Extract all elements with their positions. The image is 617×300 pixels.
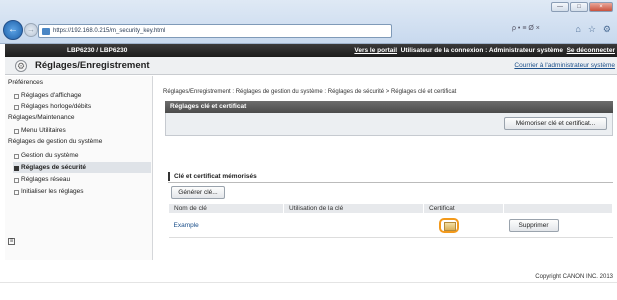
page-title: Réglages/Enregistrement: [35, 60, 150, 71]
key-table: Nom de clé Utilisation de la clé Certifi…: [168, 203, 613, 238]
key-name-link[interactable]: Example: [174, 222, 199, 229]
window-controls: — □ ×: [551, 2, 613, 12]
sidebar-group-system-management: Réglages de gestion du système: [8, 138, 103, 145]
col-certificate: Certificat: [423, 203, 504, 214]
generate-key-button[interactable]: Générer clé...: [171, 186, 225, 199]
sidebar-item-display-settings[interactable]: Réglages d'affichage: [13, 90, 151, 101]
home-icon[interactable]: ⌂: [575, 24, 580, 35]
delete-button[interactable]: Supprimer: [508, 219, 559, 232]
sidebar-group-maintenance: Réglages/Maintenance: [8, 114, 75, 121]
site-icon: [42, 28, 50, 35]
user-label: Utilisateur de la connexion : Administra…: [400, 47, 563, 54]
printer-model: LBP6230 / LBP6230: [67, 47, 128, 54]
sidebar-item-network-settings[interactable]: Réglages réseau: [13, 174, 151, 185]
key-usage-cell: [283, 213, 424, 238]
col-key-usage: Utilisation de la clé: [283, 203, 424, 214]
header-bar: LBP6230 / LBP6230 Vers le portail Utilis…: [5, 44, 617, 57]
breadcrumb: Réglages/Enregistrement : Réglages de ge…: [163, 89, 457, 95]
forward-arrow-icon[interactable]: →: [24, 23, 38, 37]
col-key-name: Nom de clé: [168, 203, 284, 214]
scroll-marker-icon[interactable]: ≡: [8, 238, 15, 245]
title-row: ⚙ Réglages/Enregistrement Courrier à l'a…: [5, 57, 617, 75]
portal-link[interactable]: Vers le portail: [354, 47, 397, 54]
header-right: Vers le portail Utilisateur de la connex…: [354, 44, 615, 57]
sidebar-group-preferences: Préférences: [8, 79, 44, 86]
back-arrow-icon[interactable]: ←: [3, 20, 23, 40]
col-actions: [503, 203, 613, 214]
page-root: — □ × ← → https://192.168.0.215/m_securi…: [0, 0, 617, 300]
logout-link[interactable]: Se déconnecter: [567, 47, 615, 54]
mail-admin-link[interactable]: Courrier à l'administrateur système: [514, 62, 615, 69]
sidebar-item-utility-menu[interactable]: Menu Utilitaires: [13, 125, 151, 136]
panel-title: Réglages clé et certificat: [165, 101, 613, 113]
sidebar: Préférences Réglages d'affichage Réglage…: [5, 76, 153, 260]
register-key-certificate-button[interactable]: Mémoriser clé et certificat...: [504, 117, 607, 130]
address-tools[interactable]: ρ • ≡ Ø ×: [512, 25, 540, 32]
settings-icon: ⚙: [15, 60, 27, 72]
address-bar[interactable]: https://192.168.0.215/m_security_key.htm…: [38, 24, 392, 38]
table-row: Example Supprimer: [168, 213, 613, 238]
sidebar-item-initialize-settings[interactable]: Initialiser les réglages: [13, 186, 151, 197]
copyright: Copyright CANON INC. 2013: [535, 274, 613, 280]
browser-icons: ⌂ ☆ ⚙: [575, 24, 611, 35]
close-window-button[interactable]: ×: [589, 2, 613, 12]
footer-divider: [0, 282, 617, 283]
settings-gear-icon[interactable]: ⚙: [603, 24, 611, 35]
sidebar-item-security-settings[interactable]: Réglages de sécurité: [13, 162, 151, 173]
favorites-star-icon[interactable]: ☆: [588, 24, 596, 35]
panel-body: Mémoriser clé et certificat...: [165, 113, 613, 136]
minimize-button[interactable]: —: [551, 2, 569, 12]
sidebar-item-system-management[interactable]: Gestion du système: [13, 150, 151, 161]
certificate-icon[interactable]: [438, 218, 459, 233]
main-content: Réglages/Enregistrement : Réglages de ge…: [163, 76, 617, 276]
section-title: Clé et certificat mémorisés: [168, 172, 257, 181]
browser-chrome: — □ × ← → https://192.168.0.215/m_securi…: [0, 0, 617, 44]
address-url: https://192.168.0.215/m_security_key.htm…: [53, 28, 166, 34]
maximize-button[interactable]: □: [570, 2, 588, 12]
sidebar-item-timer-settings[interactable]: Réglages horloge/débits: [13, 101, 151, 112]
section-divider: [168, 182, 613, 183]
